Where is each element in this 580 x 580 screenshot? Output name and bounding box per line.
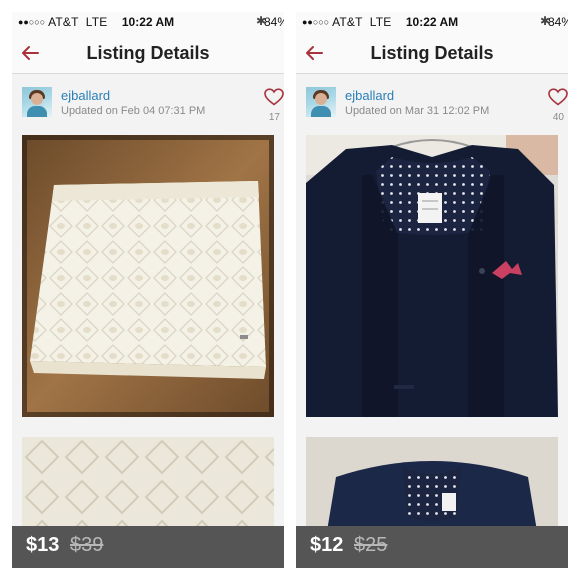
nav-bar: Listing Details [296, 32, 568, 74]
page-title: Listing Details [86, 43, 210, 63]
listing-screen-left: ●●○○○ AT&T LTE 10:22 AM ✱ 84% Listing De… [12, 12, 284, 568]
listing-photo[interactable] [22, 135, 274, 417]
listing-photo[interactable] [306, 135, 558, 417]
listing-photo-secondary[interactable] [22, 437, 274, 537]
current-price: $13 [26, 534, 60, 556]
seller-row: ejballard Updated on Mar 31 12:02 PM 40 [296, 75, 568, 135]
seller-username[interactable]: ejballard [61, 88, 110, 103]
price-bar: $13 $39 [12, 526, 284, 568]
updated-timestamp: Updated on Feb 04 07:31 PM [61, 105, 206, 117]
price-bar: $12 $25 [296, 526, 568, 568]
current-price: $12 [310, 534, 344, 556]
like-count: 40 [552, 112, 564, 123]
heart-icon[interactable] [264, 88, 284, 106]
seller-row: ejballard Updated on Feb 04 07:31 PM 17 [12, 75, 284, 135]
status-time: 10:22 AM [405, 15, 459, 29]
status-bar: ●●○○○ AT&T LTE 10:22 AM ✱ 84% [12, 12, 284, 32]
page-title: Listing Details [370, 43, 494, 63]
status-bar: ●●○○○ AT&T LTE 10:22 AM ✱ 84% [296, 12, 568, 32]
avatar[interactable] [306, 87, 336, 117]
battery-percent: 84% [547, 15, 568, 29]
avatar[interactable] [22, 87, 52, 117]
original-price: $25 [354, 534, 388, 556]
battery-percent: 84% [263, 15, 284, 29]
like-count: 17 [268, 112, 280, 123]
nav-bar: Listing Details [12, 32, 284, 74]
original-price: $39 [70, 534, 104, 556]
panel-divider [284, 12, 296, 568]
status-time: 10:22 AM [121, 15, 175, 29]
listing-photo-secondary[interactable] [306, 437, 558, 537]
seller-username[interactable]: ejballard [345, 88, 394, 103]
heart-icon[interactable] [548, 88, 568, 106]
updated-timestamp: Updated on Mar 31 12:02 PM [345, 105, 490, 117]
listing-screen-right: ●●○○○ AT&T LTE 10:22 AM ✱ 84% Listing De… [296, 12, 568, 568]
